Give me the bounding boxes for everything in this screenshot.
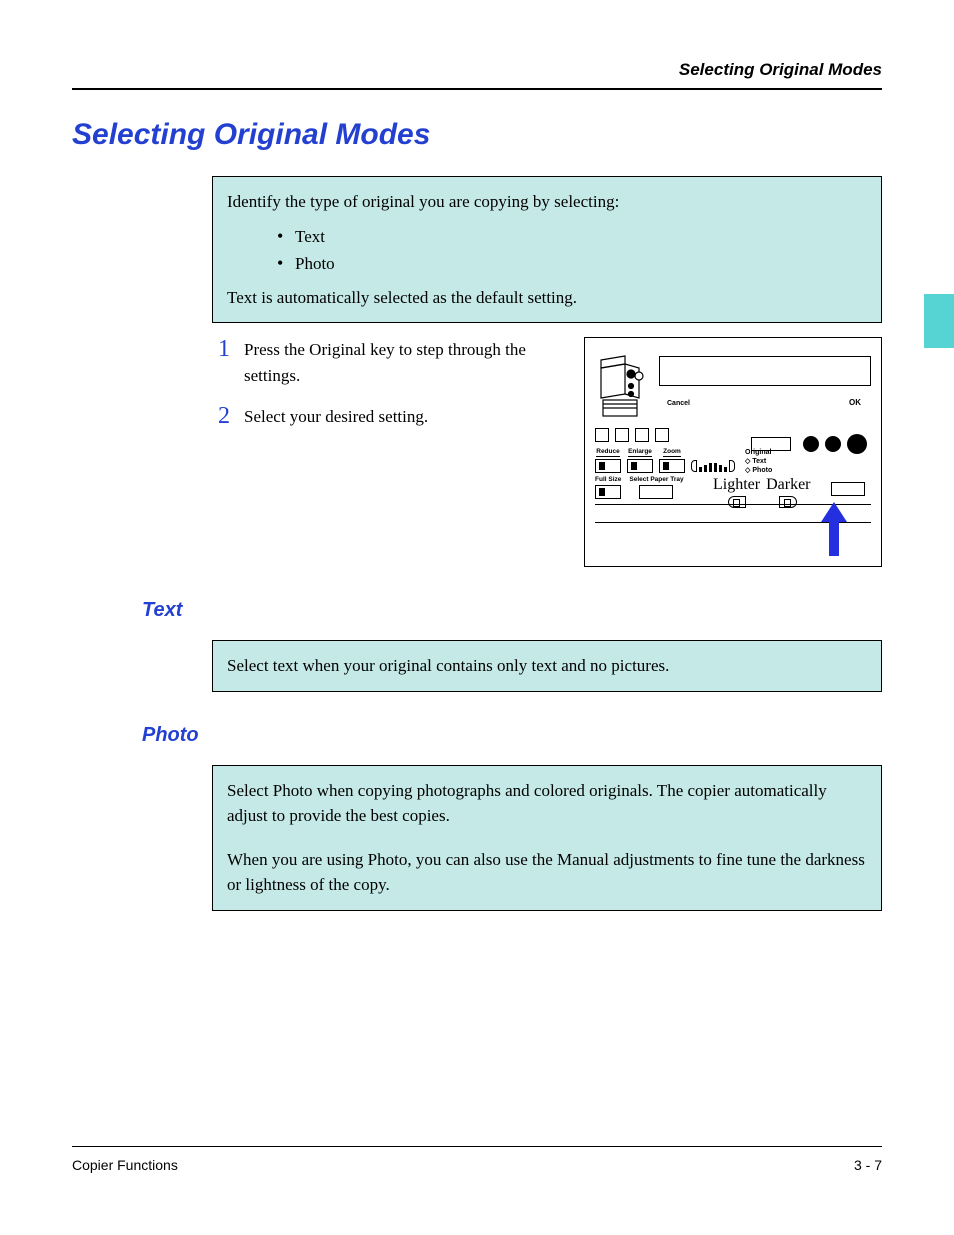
- intro-default-note: Text is automatically selected as the de…: [227, 285, 867, 311]
- step-1-text: Press the Original key to step through t…: [244, 337, 552, 388]
- reduce-label: Reduce: [596, 448, 619, 457]
- steps-and-panel: 1 Press the Original key to step through…: [212, 337, 882, 567]
- original-mode-col: Original ◇Text ◇Photo: [745, 448, 772, 475]
- zoom-label: Zoom: [663, 448, 681, 457]
- intro-box: Identify the type of original you are co…: [212, 176, 882, 323]
- page-footer: Copier Functions 3 - 7: [72, 1146, 882, 1173]
- lighter-button: [728, 496, 746, 508]
- original-photo-option: Photo: [752, 467, 772, 474]
- header-rule: [72, 88, 882, 90]
- full-size-col: Full Size: [595, 476, 621, 499]
- text-section-box: Select text when your original contains …: [212, 640, 882, 692]
- paper-tray-button: [639, 485, 673, 499]
- original-label: Original: [745, 448, 772, 457]
- intro-lead: Identify the type of original you are co…: [227, 189, 867, 215]
- reduce-button: [595, 459, 621, 473]
- enlarge-col: Enlarge: [627, 448, 653, 473]
- reduce-col: Reduce: [595, 448, 621, 473]
- lcd-display: [659, 356, 871, 386]
- photo-section-p2: When you are using Photo, you can also u…: [227, 847, 867, 898]
- function-button-row: Reduce Enlarge Zoom: [595, 448, 871, 475]
- page-content: Selecting Original Modes Selecting Origi…: [0, 0, 954, 1235]
- intro-bullet-photo: Photo: [285, 250, 867, 277]
- step-2: 2 Select your desired setting.: [212, 404, 552, 430]
- text-heading: Text: [142, 599, 882, 622]
- density-indicator: [691, 448, 735, 472]
- original-text-option: Text: [752, 458, 766, 465]
- cancel-label: Cancel: [667, 400, 690, 407]
- paper-tray-col: Select Paper Tray: [629, 476, 683, 499]
- paper-tray-label: Select Paper Tray: [629, 476, 683, 483]
- full-size-label: Full Size: [595, 476, 621, 483]
- status-icon-3: [635, 428, 649, 442]
- steps-column: 1 Press the Original key to step through…: [212, 337, 552, 567]
- copier-icon: [595, 354, 653, 424]
- intro-bullets: Text Photo: [227, 223, 867, 277]
- photo-section-p1: Select Photo when copying photographs an…: [227, 778, 867, 829]
- full-size-button: [595, 485, 621, 499]
- footer-right: 3 - 7: [854, 1157, 882, 1173]
- ok-label: OK: [849, 398, 861, 407]
- zoom-col: Zoom: [659, 448, 685, 473]
- step-1-number: 1: [212, 337, 230, 388]
- secondary-button-row: Full Size Select Paper Tray: [595, 476, 684, 499]
- callout-arrow-icon: [821, 502, 847, 556]
- step-2-number: 2: [212, 404, 230, 430]
- darker-button: [779, 496, 797, 508]
- enlarge-label: Enlarge: [628, 448, 652, 457]
- original-key-button: [831, 482, 865, 496]
- photo-section-box: Select Photo when copying photographs an…: [212, 765, 882, 911]
- zoom-button: [659, 459, 685, 473]
- copier-control-panel-illustration: Cancel OK: [584, 337, 882, 567]
- status-icon-4: [655, 428, 669, 442]
- enlarge-button: [627, 459, 653, 473]
- photo-heading: Photo: [142, 724, 882, 747]
- lighter-label: Lighter: [713, 476, 760, 494]
- page-title: Selecting Original Modes: [72, 118, 882, 152]
- footer-rule: [72, 1146, 882, 1147]
- status-icon-1: [595, 428, 609, 442]
- intro-bullet-text: Text: [285, 223, 867, 250]
- status-icon-2: [615, 428, 629, 442]
- footer-left: Copier Functions: [72, 1157, 178, 1173]
- step-2-text: Select your desired setting.: [244, 404, 428, 430]
- text-section-body: Select text when your original contains …: [227, 653, 867, 679]
- darker-label: Darker: [766, 476, 810, 494]
- status-icon-row: [595, 428, 669, 442]
- running-header: Selecting Original Modes: [72, 60, 882, 80]
- step-1: 1 Press the Original key to step through…: [212, 337, 552, 388]
- panel-column: Cancel OK: [580, 337, 882, 567]
